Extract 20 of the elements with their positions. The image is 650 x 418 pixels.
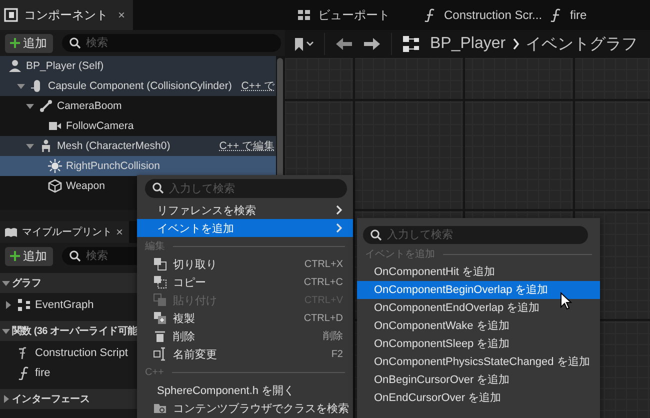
item-label: FollowCamera: [66, 120, 134, 132]
section-title: インターフェース: [12, 393, 90, 406]
shortcut-label: CTRL+C: [304, 276, 343, 288]
item-label: BP_Player (Self): [26, 60, 104, 72]
item-label: CameraBoom: [57, 100, 122, 112]
shortcut-label: 削除: [323, 330, 343, 343]
item-label: fire: [35, 367, 50, 379]
item-label: EventGraph: [35, 299, 94, 311]
item-label: Mesh (CharacterMesh0): [57, 140, 170, 152]
tab-title: マイブループリント: [22, 226, 112, 239]
item-label: Construction Script: [35, 347, 128, 359]
item-label: Weapon: [66, 180, 105, 192]
shortcut-label: F2: [331, 348, 343, 360]
section-title: グラフ: [12, 277, 42, 290]
section-title: 関数 (36 オーバーライド可能: [12, 324, 138, 338]
shortcut-label: CTRL+X: [304, 258, 343, 270]
shortcut-label: CTRL+D: [304, 312, 343, 324]
item-label: Capsule Component (CollisionCylinder): [48, 80, 232, 92]
item-label: RightPunchCollision: [66, 160, 160, 172]
tab-title: コンポーネント: [24, 6, 109, 24]
